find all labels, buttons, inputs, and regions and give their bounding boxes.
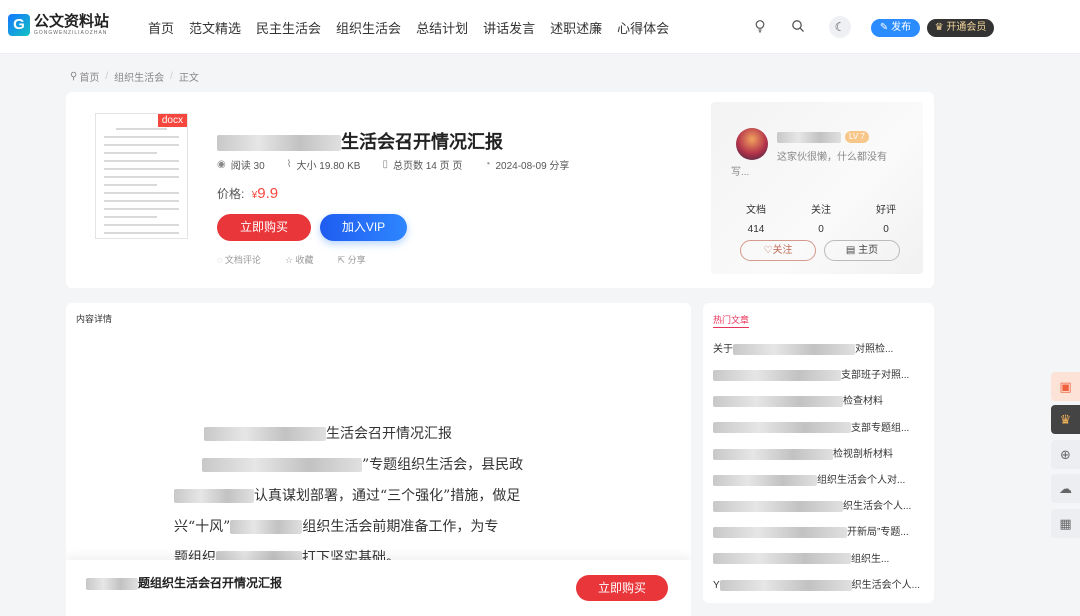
moon-icon: ☾: [834, 20, 846, 34]
wechat-float-button[interactable]: ☁: [1051, 474, 1080, 503]
read-count: 阅读 30: [230, 161, 265, 172]
gift-icon: ▣: [1059, 379, 1072, 394]
hot-article-item[interactable]: 检视剖析材料: [713, 448, 925, 474]
share-icon: ⇱: [337, 255, 346, 265]
paperclip-icon: ⌇: [286, 159, 292, 170]
join-vip-button[interactable]: 加入VIP: [320, 214, 407, 241]
hot-article-item[interactable]: 检查材料: [713, 395, 925, 421]
author-bio: 这家伙很懒，什么都没有写...: [731, 152, 887, 178]
breadcrumb-current: 正文: [178, 73, 199, 84]
location-pin-icon: ⚲: [70, 71, 78, 82]
document-preview-text: 生活会召开情况汇报 ”专题组织生活会，县民政 认真谋划部署，通过“三个强化”措施…: [174, 426, 524, 566]
nav-democratic-life[interactable]: 民主生活会: [256, 18, 321, 37]
star-icon: ☆: [284, 255, 293, 265]
favorite-action[interactable]: ☆ 收藏: [285, 253, 314, 266]
logo-mark-icon: G: [8, 14, 30, 36]
dark-mode-toggle[interactable]: ☾: [829, 16, 851, 38]
comment-action[interactable]: ◌ 文档评论: [217, 253, 261, 266]
publish-button[interactable]: ✎ 发布: [871, 19, 920, 37]
hot-article-item[interactable]: 织生活会个人...: [713, 500, 925, 526]
top-header: G 公文资料站 GONGWENZILIAOZHAN 首页 范文精选 民主生活会 …: [0, 0, 1080, 54]
logo-name: 公文资料站: [34, 13, 110, 30]
logo-subtitle: GONGWENZILIAOZHAN: [34, 30, 108, 36]
document-thumbnail[interactable]: docx: [95, 113, 188, 239]
hot-articles-list: 关于 对照检... 支部班子对照... 检查材料 支部专题组... 检视剖析材料 …: [713, 343, 925, 605]
price-label: 价格:: [217, 187, 245, 201]
author-box: LV 7 这家伙很懒，什么都没有写... 文档 414 关注 0 好评 0 ♡关注 ▤…: [711, 102, 923, 274]
price-row: 价格: ¥9.9: [217, 185, 278, 202]
document-title: 生活会召开情况汇报: [217, 128, 503, 154]
stat-follows: 关注 0: [811, 205, 831, 235]
content-detail-panel: 内容详情 生活会召开情况汇报 ”专题组织生活会，县民政 认真谋划部署，通过“三个…: [66, 303, 691, 616]
content-detail-header: 内容详情: [76, 314, 113, 324]
share-date: 2024-08-09 分享: [495, 161, 570, 172]
file-icon: ▯: [382, 159, 388, 170]
hot-articles-header: 热门文章: [713, 313, 750, 328]
wechat-icon: ☁: [1059, 481, 1072, 496]
page-count: 总页数 14 页 页: [392, 161, 463, 172]
file-size: 大小 19.80 KB: [296, 161, 361, 172]
buy-bar-title: 题组织生活会召开情况汇报: [86, 574, 282, 591]
lightbulb-icon[interactable]: [752, 19, 768, 35]
hot-article-item[interactable]: 组织生活会个人对...: [713, 474, 925, 500]
nav-duty-reports[interactable]: 述职述廉: [550, 18, 602, 37]
breadcrumb-category[interactable]: 组织生活会: [114, 69, 164, 84]
file-type-badge: docx: [157, 114, 187, 127]
buy-now-button[interactable]: 立即购买: [217, 214, 311, 241]
author-name[interactable]: [777, 132, 841, 143]
qrcode-icon: ▦: [1059, 516, 1072, 531]
hot-article-item[interactable]: 支部专题组...: [713, 422, 925, 448]
vip-float-button[interactable]: ♛: [1051, 405, 1080, 434]
plus-circle-icon: ⊕: [1060, 447, 1071, 462]
nav-speeches[interactable]: 讲话发言: [483, 18, 535, 37]
open-vip-button[interactable]: ♛ 开通会员: [927, 19, 994, 37]
nav-home[interactable]: 首页: [148, 18, 174, 37]
hot-article-item[interactable]: 支部班子对照...: [713, 369, 925, 395]
home-icon: ▤: [845, 245, 856, 256]
eye-icon: ◉: [217, 159, 226, 170]
breadcrumb: ⚲ 首页 / 组织生活会 / 正文: [70, 69, 199, 84]
stat-good-reviews: 好评 0: [876, 205, 896, 235]
document-info-card: docx 生活会召开情况汇报 ◉ 阅读 30 ⌇ 大小 19.80 KB ▯ 总页数 …: [66, 92, 934, 288]
clock-icon: ◔: [484, 159, 491, 170]
buy-bar-button[interactable]: 立即购买: [576, 575, 668, 601]
follow-button[interactable]: ♡关注: [740, 240, 816, 261]
gift-float-button[interactable]: ▣: [1051, 372, 1080, 401]
hot-article-item[interactable]: 组织生...: [713, 553, 925, 579]
main-nav: 首页 范文精选 民主生活会 组织生活会 总结计划 讲话发言 述职述廉 心得体会: [148, 0, 684, 54]
add-float-button[interactable]: ⊕: [1051, 440, 1080, 469]
crown-icon: ♛: [1059, 412, 1072, 427]
author-stats: 文档 414 关注 0 好评 0: [731, 201, 911, 235]
nav-summary-plan[interactable]: 总结计划: [416, 18, 468, 37]
share-action[interactable]: ⇱ 分享: [338, 253, 366, 266]
stat-docs: 文档 414: [746, 205, 766, 235]
level-badge: LV 7: [845, 131, 869, 143]
nav-organization-life[interactable]: 组织生活会: [336, 18, 401, 37]
author-home-button[interactable]: ▤ 主页: [824, 240, 900, 261]
hot-articles-panel: 热门文章 关于 对照检... 支部班子对照... 检查材料 支部专题组... 检视…: [703, 303, 934, 603]
document-meta: ◉ 阅读 30 ⌇ 大小 19.80 KB ▯ 总页数 14 页 页 ◔ 2024-08…: [217, 157, 591, 172]
crown-icon: ♛: [934, 22, 944, 33]
comment-icon: ◌: [217, 255, 223, 265]
qrcode-float-button[interactable]: ▦: [1051, 509, 1080, 538]
sticky-buy-bar: 题组织生活会召开情况汇报 立即购买: [66, 560, 691, 616]
hot-article-item[interactable]: 开新局”专题...: [713, 526, 925, 552]
site-logo[interactable]: G 公文资料站 GONGWENZILIAOZHAN: [8, 14, 109, 36]
search-icon[interactable]: [790, 19, 806, 35]
document-actions: ◌ 文档评论 ☆ 收藏 ⇱ 分享: [217, 253, 390, 266]
hot-article-item[interactable]: Y 织生活会个人...: [713, 579, 925, 605]
nav-templates[interactable]: 范文精选: [189, 18, 241, 37]
nav-reflections[interactable]: 心得体会: [617, 18, 669, 37]
price-value: 9.9: [257, 185, 279, 202]
hot-article-item[interactable]: 关于 对照检...: [713, 343, 925, 369]
breadcrumb-home[interactable]: 首页: [79, 69, 99, 84]
